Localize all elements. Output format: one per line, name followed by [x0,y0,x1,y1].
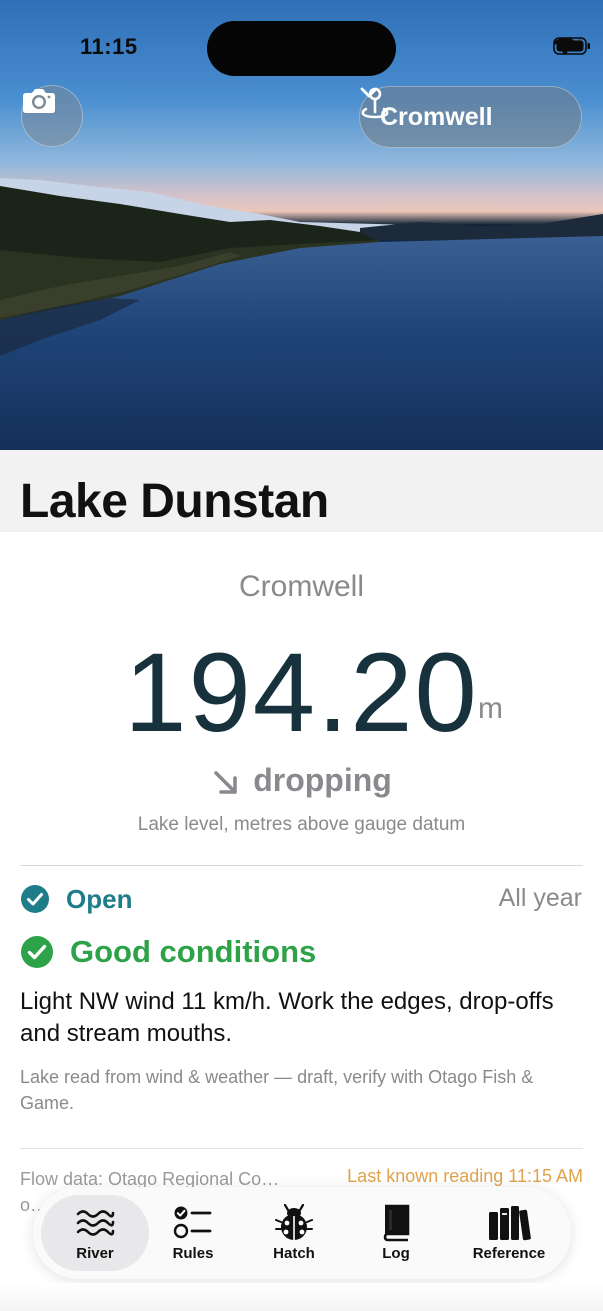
book-icon [383,1204,410,1241]
tab-log[interactable]: Log [353,1195,439,1271]
tab-label: Reference [472,1244,546,1262]
hero-photo: 11:15 Cromwell [0,0,603,450]
tab-reference[interactable]: Reference [453,1195,565,1271]
tab-hatch[interactable]: Hatch [249,1195,339,1271]
last-reading-time: Last known reading 11:15 AM [347,1166,583,1186]
dynamic-island [207,21,396,76]
checklist-icon [173,1206,212,1238]
location-label: Cromwell [380,102,493,131]
page-title: Lake Dunstan [20,475,329,528]
conditions-status: Good conditions [20,930,316,974]
level-unit: m [478,692,503,725]
conditions-label: Good conditions [70,934,317,969]
waves-icon [76,1209,115,1236]
tab-label: Rules [172,1244,214,1262]
divider [20,865,583,866]
camera-button[interactable] [21,85,83,147]
level-reading: 194.20 [0,628,603,757]
arrow-down-right-icon [214,770,237,794]
level-value: 194.20 [124,630,479,755]
conditions-disclaimer: Lake read from wind & weather — draft, v… [20,1067,534,1113]
checkmark-circle-icon [21,885,49,913]
tab-bar: River Rules Hatch Log Reference [33,1187,571,1279]
level-caption: Lake level, metres above gauge datum [137,814,466,835]
checkmark-circle-icon [21,936,53,968]
trend-indicator: dropping [0,762,603,799]
tab-label: River [76,1244,114,1262]
books-icon [489,1205,531,1240]
divider [20,1148,583,1149]
trend-label: dropping [253,762,392,798]
chevron-down-icon [360,87,378,98]
tab-river[interactable]: River [41,1195,149,1271]
season-status: Open [20,880,132,918]
tab-label: Hatch [273,1244,315,1262]
conditions-summary: Light NW wind 11 km/h. Work the edges, d… [20,988,554,1047]
ladybug-icon [275,1203,313,1240]
season-label: All year [498,884,582,912]
location-selector-button[interactable]: Cromwell [359,86,582,148]
bottom-safe-area [0,1283,603,1311]
tab-label: Log [382,1244,410,1262]
open-status-label: Open [66,883,133,914]
battery-icon [553,37,590,55]
tab-rules[interactable]: Rules [149,1195,237,1271]
status-time: 11:15 [80,34,138,59]
station-name: Cromwell [238,570,364,603]
camera-icon [23,89,55,113]
